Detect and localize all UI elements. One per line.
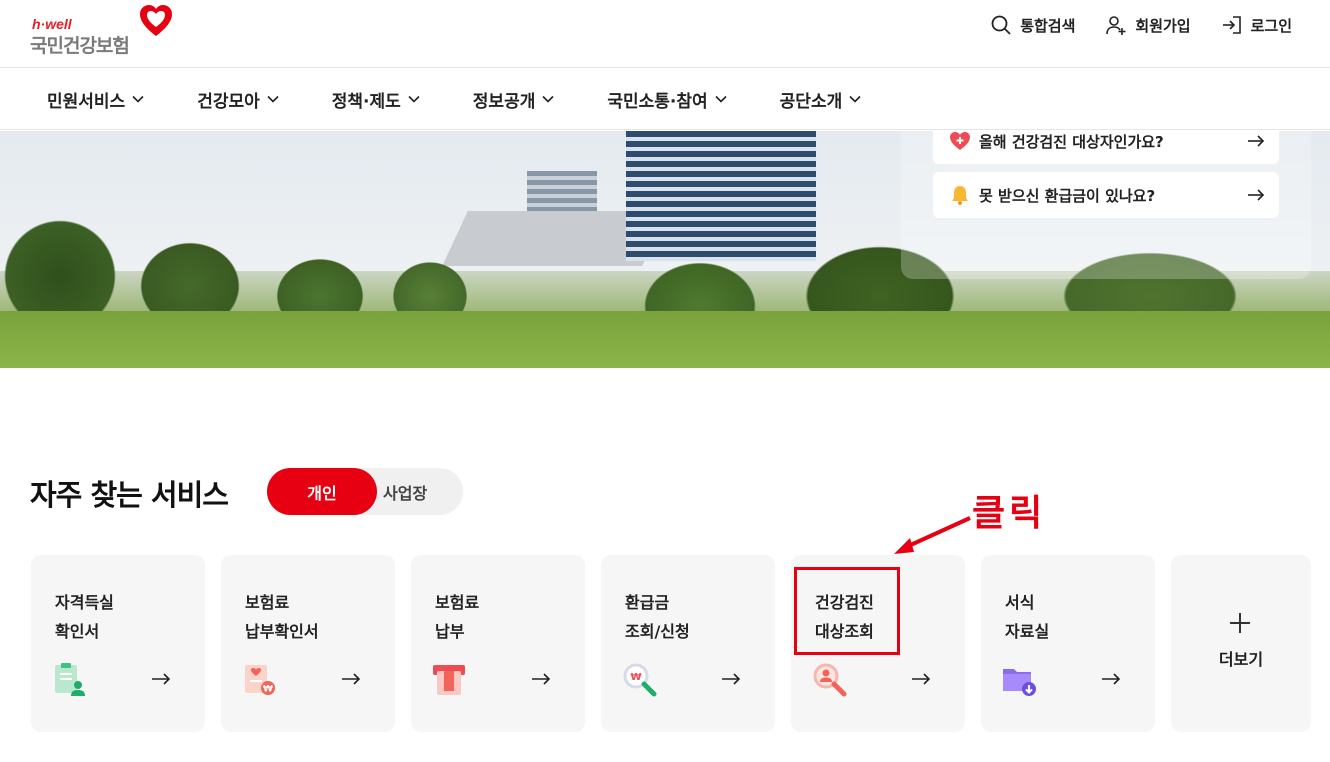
main-navigation: 민원서비스 건강모아 정책·제도 정보공개 국민소통·참여 공단소개 bbox=[0, 68, 1330, 130]
arrow-right-icon bbox=[1248, 189, 1265, 201]
nav-item-communication[interactable]: 국민소통·참여 bbox=[607, 87, 727, 112]
quick-link-refund[interactable]: 못 받으신 환급금이 있나요? bbox=[933, 172, 1279, 218]
nav-item-policy[interactable]: 정책·제도 bbox=[332, 87, 421, 112]
hero-grass bbox=[0, 311, 1330, 368]
bell-icon bbox=[952, 186, 968, 205]
card-label: 환급금 조회/신청 bbox=[625, 593, 690, 641]
toggle-personal[interactable]: 개인 bbox=[267, 468, 377, 515]
card-payment-icon bbox=[433, 665, 465, 695]
chevron-down-icon bbox=[715, 95, 727, 103]
nav-label: 정보공개 bbox=[472, 91, 536, 112]
user-plus-icon bbox=[1106, 16, 1126, 35]
arrow-right-icon bbox=[532, 673, 551, 685]
chevron-down-icon bbox=[267, 95, 279, 103]
svg-text:₩: ₩ bbox=[630, 672, 641, 683]
annotation-highlight-box bbox=[794, 567, 900, 655]
util-search-label: 통합검색 bbox=[1020, 16, 1076, 35]
card-label: 보험료 납부확인서 bbox=[245, 593, 319, 641]
chevron-down-icon bbox=[408, 95, 420, 103]
nav-label: 민원서비스 bbox=[47, 91, 126, 112]
logo-name: 국민건강보험 bbox=[30, 35, 130, 57]
arrow-right-icon bbox=[722, 673, 741, 685]
nav-label: 공단소개 bbox=[779, 91, 843, 112]
folder-download-icon bbox=[1003, 669, 1036, 696]
arrow-right-icon bbox=[342, 673, 361, 685]
nav-label: 국민소통·참여 bbox=[607, 91, 708, 112]
clipboard-user-icon bbox=[55, 663, 85, 696]
annotation-click-label: 클릭 bbox=[972, 493, 1047, 534]
util-join[interactable]: 회원가입 bbox=[1105, 12, 1191, 38]
quick-link-refund-label: 못 받으신 환급금이 있나요? bbox=[979, 186, 1156, 205]
nav-item-civil-service[interactable]: 민원서비스 bbox=[47, 87, 145, 112]
receipt-won-icon: ₩ bbox=[245, 665, 275, 695]
util-login-label: 로그인 bbox=[1250, 16, 1292, 35]
login-icon bbox=[1222, 16, 1241, 34]
nav-label: 건강모아 bbox=[197, 91, 260, 112]
hero-quick-panel: 올해 건강검진 대상자인가요? 못 받으신 환급금이 있나요? bbox=[901, 131, 1311, 279]
plus-icon bbox=[1230, 613, 1250, 633]
logo-tagline: h·well bbox=[32, 16, 72, 32]
nav-item-disclosure[interactable]: 정보공개 bbox=[473, 87, 556, 112]
service-card-payment-cert[interactable]: 보험료 납부확인서 ₩ bbox=[221, 555, 395, 732]
util-login[interactable]: 로그인 bbox=[1221, 12, 1292, 38]
toggle-business[interactable]: 사업장 bbox=[377, 468, 463, 515]
annotation-arrow-icon bbox=[894, 516, 971, 554]
arrow-right-icon bbox=[912, 673, 931, 685]
nav-label: 정책·제도 bbox=[331, 91, 401, 112]
service-card-more[interactable]: 더보기 bbox=[1171, 555, 1311, 732]
arrow-right-icon bbox=[152, 673, 171, 685]
top-header: h·well 국민건강보험 통합검색 회원가입 로그인 bbox=[0, 0, 1330, 68]
nav-item-health[interactable]: 건강모아 bbox=[197, 87, 280, 112]
quick-link-checkup[interactable]: 올해 건강검진 대상자인가요? bbox=[933, 131, 1279, 164]
service-card-payment[interactable]: 보험료 납부 bbox=[411, 555, 585, 732]
heart-logo-icon bbox=[140, 5, 172, 36]
chevron-down-icon bbox=[849, 95, 861, 103]
chevron-down-icon bbox=[542, 95, 554, 103]
svg-text:₩: ₩ bbox=[263, 685, 273, 695]
heart-plus-icon bbox=[950, 132, 970, 150]
util-search[interactable]: 통합검색 bbox=[990, 12, 1075, 38]
card-label: 보험료 납부 bbox=[435, 593, 480, 641]
search-won-icon: ₩ bbox=[623, 663, 657, 697]
chevron-down-icon bbox=[132, 95, 144, 103]
service-card-refund[interactable]: 환급금 조회/신청 ₩ bbox=[601, 555, 775, 732]
arrow-right-icon bbox=[1248, 135, 1265, 147]
quick-link-checkup-label: 올해 건강검진 대상자인가요? bbox=[979, 132, 1164, 151]
services-toggle: 개인 사업장 bbox=[267, 468, 463, 515]
arrow-right-icon bbox=[1102, 673, 1121, 685]
service-card-eligibility[interactable]: 자격득실 확인서 bbox=[31, 555, 205, 732]
nav-item-about[interactable]: 공단소개 bbox=[780, 87, 863, 112]
utility-menu: 통합검색 회원가입 로그인 bbox=[990, 12, 1292, 38]
nhis-logo[interactable]: h·well 국민건강보험 bbox=[30, 5, 180, 57]
card-label: 자격득실 확인서 bbox=[55, 593, 114, 641]
more-label: 더보기 bbox=[1218, 650, 1264, 669]
service-card-forms[interactable]: 서식 자료실 bbox=[981, 555, 1155, 732]
hero-banner: 올해 건강검진 대상자인가요? 못 받으신 환급금이 있나요? bbox=[0, 131, 1330, 368]
search-person-icon bbox=[813, 663, 847, 697]
card-label: 서식 자료실 bbox=[1005, 593, 1050, 641]
search-icon bbox=[991, 15, 1011, 35]
util-join-label: 회원가입 bbox=[1135, 16, 1191, 35]
services-title: 자주 찾는 서비스 bbox=[30, 478, 229, 512]
